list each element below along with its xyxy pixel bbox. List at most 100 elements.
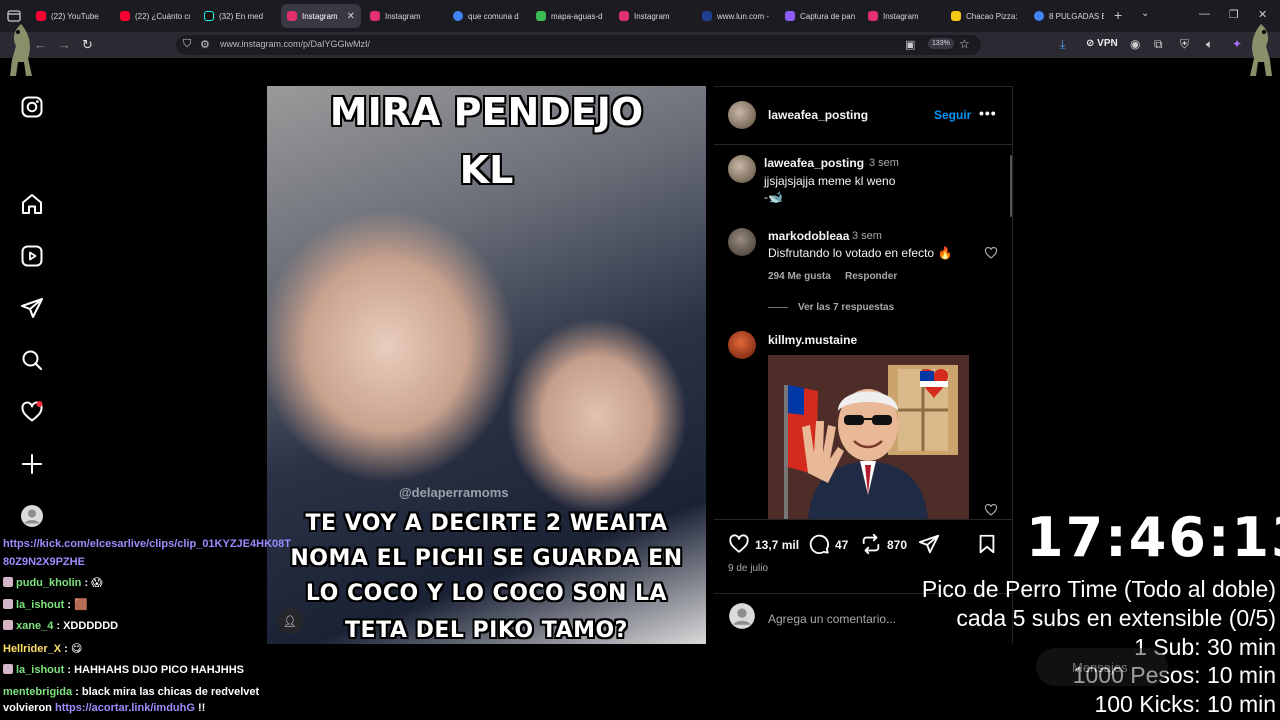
- meme-top-line-1: MIRA PENDEJO: [329, 90, 644, 134]
- tab-google[interactable]: que comuna d: [447, 4, 529, 28]
- tab-youtube-2[interactable]: (22) ¿Cuánto cu: [114, 4, 196, 28]
- divider: [714, 144, 1012, 145]
- video-watermark: @delaperramoms: [399, 485, 509, 500]
- direct-messages-icon[interactable]: [20, 296, 44, 320]
- account-icon[interactable]: ◉: [1130, 37, 1140, 51]
- add-comment-input[interactable]: Agrega un comentario...: [768, 612, 896, 626]
- maximize-icon[interactable]: ❐: [1229, 8, 1239, 21]
- post-media[interactable]: MIRA PENDEJO KL @delaperramoms TE VOY A …: [267, 86, 706, 644]
- comment-likes-count[interactable]: 294 Me gusta: [768, 271, 831, 282]
- dragon-overlay-icon: [1250, 24, 1272, 76]
- create-plus-icon[interactable]: [20, 452, 44, 476]
- share-icon[interactable]: [918, 533, 940, 555]
- address-bar[interactable]: ⛉ ⚙ www.instagram.com/p/DaIYGGlwMzI/ ▣ 1…: [176, 35, 981, 55]
- tab-instagram[interactable]: Instagram: [364, 4, 446, 28]
- tab-chacao[interactable]: Chacao Pizza:: [945, 4, 1027, 28]
- comment-gif-image[interactable]: [768, 355, 969, 519]
- chat-link[interactable]: https://acortar.link/imduhG: [55, 702, 195, 714]
- meme-bottom-line-4: TETA DEL PIKO TAMO?: [345, 618, 628, 643]
- extensions-icon[interactable]: ⧉: [1154, 37, 1163, 52]
- meme-top-line-2: KL: [459, 148, 514, 192]
- more-options-icon[interactable]: •••: [979, 105, 997, 121]
- browser-tab-bar: (22) YouTube (22) ¿Cuánto cu (32) En med…: [0, 0, 1280, 32]
- tab-tiktok[interactable]: (32) En med: [198, 4, 280, 28]
- comment-like-heart-icon[interactable]: [984, 246, 998, 260]
- permissions-icon[interactable]: ⚙: [200, 38, 210, 51]
- shield-icon[interactable]: ⛉: [183, 38, 191, 51]
- reposts-count[interactable]: 870: [887, 538, 907, 552]
- author-avatar[interactable]: [728, 101, 756, 129]
- stream-info-line: 100 Kicks: 10 min: [1094, 691, 1276, 717]
- url-text[interactable]: www.instagram.com/p/DaIYGGlwMzI/: [220, 39, 370, 49]
- sub-badge-icon: [3, 577, 13, 587]
- chevron-down-icon[interactable]: ⌄: [1141, 8, 1149, 19]
- messages-button[interactable]: Mensajes: [1036, 648, 1168, 686]
- caption-avatar[interactable]: [728, 155, 756, 183]
- comment-reply-link[interactable]: Responder: [845, 271, 897, 282]
- reload-icon[interactable]: ↻: [82, 37, 93, 53]
- tab-instagram-active[interactable]: Instagram ✕: [281, 4, 361, 28]
- stream-chat-overlay: https://kick.com/elcesarlive/clips/clip_…: [0, 534, 310, 720]
- meme-bottom-line-3: LO COCO Y LO COCO SON LA: [305, 581, 668, 606]
- comment-username[interactable]: killmy.mustaine: [768, 333, 857, 347]
- tab-captura[interactable]: Captura de pan: [779, 4, 861, 28]
- reels-icon[interactable]: [20, 244, 44, 268]
- comments-count[interactable]: 47: [835, 538, 848, 552]
- tab-instagram-3[interactable]: Instagram: [613, 4, 695, 28]
- tab-youtube[interactable]: (22) YouTube: [30, 4, 112, 28]
- save-bookmark-icon[interactable]: [976, 533, 998, 555]
- youtube-icon: [120, 11, 130, 21]
- chat-message: la_ishout : HAHHAHS DIJO PICO HAHJHHS: [3, 664, 244, 676]
- sub-badge-icon: [3, 599, 13, 609]
- google-icon: [453, 11, 463, 21]
- volume-icon[interactable]: 🔈︎: [1206, 37, 1213, 52]
- repost-icon[interactable]: [860, 533, 882, 555]
- chat-message: pudu_kholin : 😱: [3, 576, 103, 589]
- view-replies-link[interactable]: Ver las 7 respuestas: [798, 302, 894, 313]
- chat-message: la_ishout : 🟫: [3, 598, 88, 611]
- chat-message: volvieron https://acortar.link/imduhG !!: [3, 702, 206, 714]
- tab-instagram-4[interactable]: Instagram: [862, 4, 944, 28]
- post-date: 9 de julio: [728, 563, 769, 574]
- close-tab-icon[interactable]: ✕: [343, 11, 355, 22]
- follow-button[interactable]: Seguir: [934, 108, 971, 122]
- new-tab-button[interactable]: +: [1114, 7, 1122, 23]
- chat-message: xane_4 : XDDDDDD: [3, 620, 118, 632]
- forward-icon[interactable]: →: [58, 37, 71, 52]
- instagram-icon: [868, 11, 878, 21]
- instagram-logo-icon[interactable]: [20, 95, 44, 119]
- profile-avatar-icon[interactable]: [20, 504, 44, 528]
- lun-icon: [702, 11, 712, 21]
- caption-username[interactable]: laweafea_posting: [764, 156, 864, 170]
- stream-info-line: cada 5 subs en extensible (0/5): [956, 605, 1276, 631]
- minimize-icon[interactable]: —: [1199, 8, 1210, 20]
- notifications-heart-icon[interactable]: [20, 400, 44, 424]
- commenter-avatar[interactable]: [728, 331, 756, 359]
- tab-pulgadas[interactable]: 8 PULGADAS E: [1028, 4, 1110, 28]
- vpn-button[interactable]: ⊘ VPN: [1086, 38, 1118, 49]
- commenter-avatar[interactable]: [728, 228, 756, 256]
- like-heart-icon[interactable]: [728, 533, 750, 555]
- shield-extension-icon[interactable]: ⛨: [1180, 37, 1189, 52]
- search-icon[interactable]: [20, 348, 44, 372]
- chat-clip-link-cont[interactable]: 80Z9N2X9PZHE: [3, 556, 85, 568]
- browser-nav-bar: ← → ↻ ⛉ ⚙ www.instagram.com/p/DaIYGGlwMz…: [0, 32, 1280, 58]
- extension-purple-icon[interactable]: ✦: [1232, 37, 1242, 51]
- tab-mapa[interactable]: mapa-aguas-d: [530, 4, 612, 28]
- meme-bottom-line-2: NOMA EL PICHI SE GUARDA EN: [290, 546, 683, 571]
- tab-lun[interactable]: www.lun.com -: [696, 4, 778, 28]
- replies-line: [768, 307, 788, 308]
- download-icon[interactable]: ⤓: [1060, 37, 1065, 52]
- comments-scrollbar[interactable]: [1010, 155, 1012, 217]
- instagram-icon: [619, 11, 629, 21]
- zoom-level[interactable]: 133%: [928, 38, 954, 49]
- comment-bubble-icon[interactable]: [808, 533, 830, 555]
- reader-view-icon[interactable]: ▣: [905, 38, 915, 51]
- bookmark-star-icon[interactable]: ☆: [959, 37, 970, 51]
- author-username[interactable]: laweafea_posting: [768, 108, 868, 122]
- comment-like-heart-icon[interactable]: [984, 503, 998, 517]
- home-icon[interactable]: [20, 192, 44, 216]
- chat-clip-link[interactable]: https://kick.com/elcesarlive/clips/clip_…: [3, 538, 291, 550]
- likes-count[interactable]: 13,7 mil: [755, 538, 799, 552]
- comment-username[interactable]: markodobleaa: [768, 229, 849, 243]
